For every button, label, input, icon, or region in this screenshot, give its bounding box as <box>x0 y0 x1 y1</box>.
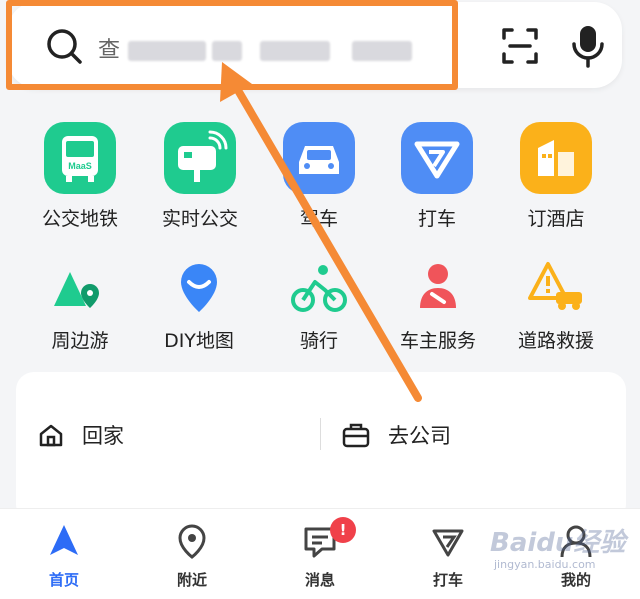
go-home-shortcut[interactable]: 回家 <box>38 420 124 450</box>
shortcut-card: 回家 去公司 <box>16 372 626 522</box>
service-label: 订酒店 <box>527 208 585 230</box>
car-owner-icon <box>408 258 468 318</box>
go-work-shortcut[interactable]: 去公司 <box>342 420 451 450</box>
hotel-icon <box>520 122 592 194</box>
microphone-icon[interactable] <box>570 24 606 68</box>
go-work-label: 去公司 <box>388 424 451 448</box>
tab-label: 我的 <box>560 571 591 589</box>
service-label: 驾车 <box>299 208 338 230</box>
service-label: 周边游 <box>51 330 109 352</box>
tab-taxi[interactable]: 打车 <box>398 523 498 590</box>
service-label: 公交地铁 <box>41 208 118 230</box>
briefcase-icon <box>342 423 370 448</box>
annotation-highlight-box <box>6 0 458 90</box>
service-taxi[interactable]: 打车 <box>377 122 497 231</box>
navigation-arrow-icon <box>50 525 78 555</box>
tab-messages[interactable]: ! 消息 <box>270 517 370 590</box>
shortcut-divider <box>320 418 321 450</box>
service-road-rescue[interactable]: 道路救援 <box>496 258 616 353</box>
go-home-label: 回家 <box>82 424 124 448</box>
tab-label: 首页 <box>48 571 79 589</box>
diy-map-icon <box>169 258 229 318</box>
watermark-url: jingyan.baidu.com <box>494 558 596 571</box>
message-badge: ! <box>330 517 356 543</box>
home-icon <box>39 424 63 447</box>
taxi-tab-icon <box>432 529 464 557</box>
scan-icon[interactable] <box>500 26 540 66</box>
service-nearby-travel[interactable]: 周边游 <box>20 258 140 353</box>
service-label: 道路救援 <box>517 330 594 352</box>
service-diy-map[interactable]: DIY地图 <box>139 258 259 353</box>
tab-nearby[interactable]: 附近 <box>142 523 242 590</box>
mountain-pin-icon <box>50 258 110 318</box>
service-label: 实时公交 <box>161 208 238 230</box>
service-hotel[interactable]: 订酒店 <box>496 122 616 231</box>
service-label: DIY地图 <box>164 330 234 352</box>
service-label: 骑行 <box>299 330 338 352</box>
tab-label: 消息 <box>304 571 335 589</box>
tab-label: 打车 <box>432 571 463 589</box>
service-label: 打车 <box>417 208 456 230</box>
bicycle-icon <box>289 258 349 318</box>
service-label: 车主服务 <box>399 330 476 352</box>
tab-home[interactable]: 首页 <box>14 523 114 590</box>
service-bus-subway[interactable]: MaaS 公交地铁 <box>20 122 140 231</box>
service-realtime-bus[interactable]: 实时公交 <box>140 122 260 231</box>
service-car-owner[interactable]: 车主服务 <box>378 258 498 353</box>
service-drive[interactable]: 驾车 <box>259 122 379 231</box>
realtime-bus-icon <box>164 122 236 194</box>
taxi-icon <box>401 122 473 194</box>
location-pin-icon <box>178 524 206 559</box>
bus-icon: MaaS <box>44 122 116 194</box>
car-icon <box>283 122 355 194</box>
road-rescue-icon <box>526 258 586 318</box>
maas-tile-text: MaaS <box>68 161 92 171</box>
service-cycling[interactable]: 骑行 <box>259 258 379 353</box>
watermark-logo: Baidu经验 <box>490 528 626 558</box>
tab-label: 附近 <box>176 571 207 589</box>
